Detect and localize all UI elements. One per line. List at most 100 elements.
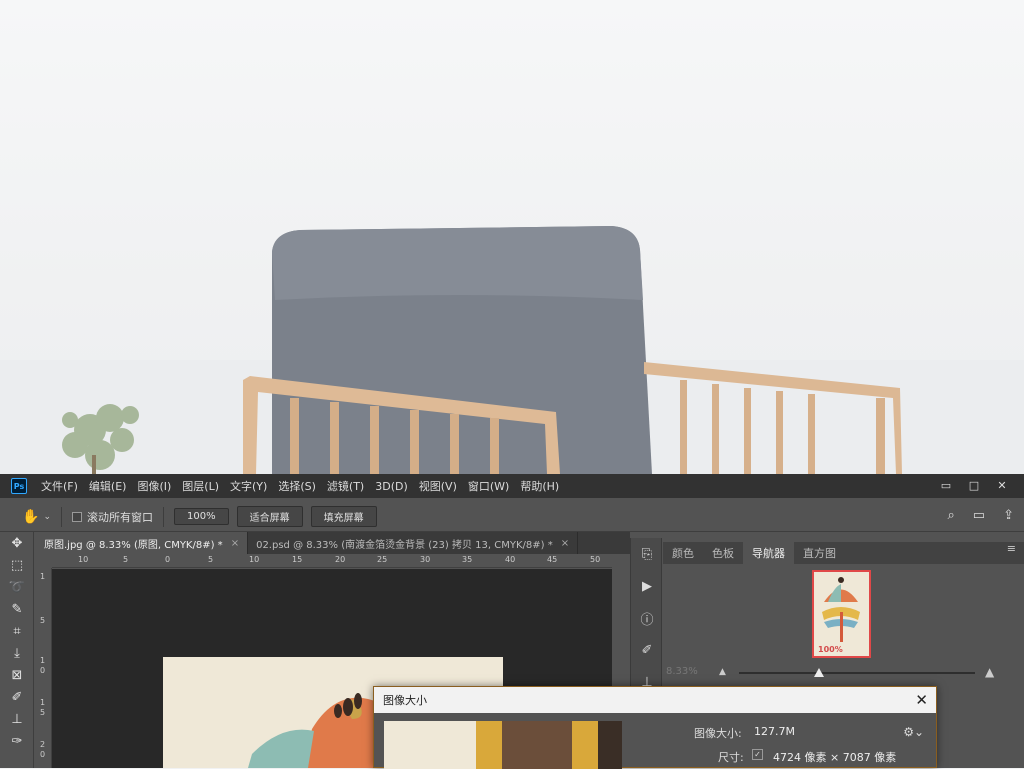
menu-layer[interactable]: 图层(L) [182, 478, 219, 494]
actions-play-icon[interactable]: ▶ [631, 570, 663, 602]
divider [60, 506, 62, 527]
workspace-icon[interactable]: ▭ [973, 508, 985, 523]
ruler-tick: 45 [547, 555, 558, 564]
frame-tool-icon[interactable]: ⊠ [0, 664, 34, 686]
tab-label: 02.psd @ 8.33% (南渡金箔烫金背景 (23) 拷贝 13, CMY… [256, 539, 553, 551]
tab-label: 原图.jpg @ 8.33% (原图, CMYK/8#) * [44, 539, 223, 551]
tab-color[interactable]: 颜色 [663, 542, 703, 564]
dimensions-checkmark-icon[interactable]: ✓ [752, 749, 763, 760]
dialog-close-icon[interactable]: ✕ [915, 691, 928, 709]
brush-tool-icon[interactable]: ✐ [0, 686, 34, 708]
panel-tabs: 颜色 色板 导航器 直方图 [663, 542, 1024, 564]
gear-icon[interactable]: ⚙⌄ [903, 725, 924, 739]
dimensions-value: 4724 像素 × 7087 像素 [773, 751, 897, 764]
tab-original-doc[interactable]: 原图.jpg @ 8.33% (原图, CMYK/8#) * × [36, 532, 249, 554]
ruler-tick: 20 [335, 555, 346, 564]
fill-screen-button[interactable]: 填充屏幕 [310, 506, 377, 527]
dialog-preview[interactable] [384, 721, 622, 769]
chair-photo [0, 226, 1024, 474]
photoshop-window: Ps 文件(F) 编辑(E) 图像(I) 图层(L) 文字(Y) 选择(S) 滤… [0, 474, 1024, 769]
close-icon[interactable]: ✕ [990, 477, 1014, 493]
history-brush-tool-icon[interactable]: ✑ [0, 730, 34, 752]
menu-window[interactable]: 窗口(W) [468, 478, 509, 494]
marquee-tool-icon[interactable]: ⬚ [0, 554, 34, 576]
ruler-tick: 5 [123, 555, 129, 564]
ruler-tick: 0 [40, 666, 46, 675]
image-size-dialog: 图像大小 ✕ 图像大小: 127.7M ⚙⌄ 尺寸: ✓ 4724 像素 × 7… [373, 686, 937, 769]
options-bar: ✋ ⌄ 滚动所有窗口 100% 适合屏幕 填充屏幕 ⌕ ▭ ⇪ [0, 502, 1024, 532]
menu-view[interactable]: 视图(V) [419, 478, 457, 494]
image-size-value: 127.7M [754, 725, 795, 738]
zoom-percent[interactable]: 8.33% [666, 666, 698, 677]
ruler-tick: 40 [505, 555, 516, 564]
zoom-100-button[interactable]: 100% [173, 508, 229, 525]
tab-close-icon[interactable]: × [561, 538, 569, 549]
horizontal-ruler: 10 5 0 5 10 15 20 25 30 35 40 45 50 [52, 554, 612, 568]
ruler-tick: 15 [292, 555, 303, 564]
preview-art [384, 721, 622, 769]
ruler-tick: 0 [40, 750, 46, 759]
chevron-down-icon[interactable]: ⌄ [43, 512, 51, 522]
zoom-slider-track[interactable] [739, 672, 975, 674]
ruler-tick: 2 [40, 740, 46, 749]
menu-select[interactable]: 选择(S) [278, 478, 316, 494]
tab-navigator[interactable]: 导航器 [743, 542, 794, 564]
restore-icon[interactable]: □ [962, 477, 986, 493]
ruler-tick: 25 [377, 555, 388, 564]
tab-close-icon[interactable]: × [231, 538, 239, 549]
minimize-icon[interactable]: ▭ [934, 477, 958, 493]
scroll-all-label: 滚动所有窗口 [86, 510, 153, 524]
ruler-tick: 10 [78, 555, 89, 564]
background-photo [0, 0, 1024, 474]
stamp-tool-icon[interactable]: ⊥ [0, 708, 34, 730]
menu-file[interactable]: 文件(F) [41, 478, 78, 494]
ruler-tick: 1 [40, 656, 46, 665]
zoom-out-icon[interactable]: ▲ [719, 667, 726, 677]
info-icon[interactable]: ⓘ [631, 602, 663, 634]
scroll-all-checkbox[interactable] [71, 511, 82, 522]
hand-tool-icon[interactable]: ✋ [22, 509, 39, 525]
navigator-thumbnail[interactable]: 100% [812, 570, 871, 658]
thumbnail-art [822, 577, 860, 642]
tab-02-psd[interactable]: 02.psd @ 8.33% (南渡金箔烫金背景 (23) 拷贝 13, CMY… [248, 532, 579, 554]
window-controls: ▭ □ ✕ [934, 477, 1014, 493]
panel-menu-icon[interactable]: ≡ [1007, 542, 1016, 555]
ruler-tick: 50 [590, 555, 601, 564]
menu-type[interactable]: 文字(Y) [230, 478, 267, 494]
move-tool-icon[interactable]: ✥ [0, 532, 34, 554]
ruler-tick: 30 [420, 555, 431, 564]
fit-screen-button[interactable]: 适合屏幕 [236, 506, 303, 527]
navigator-zoom-row: 8.33% ▲ ▲ [663, 665, 1024, 682]
menu-bar: Ps 文件(F) 编辑(E) 图像(I) 图层(L) 文字(Y) 选择(S) 滤… [0, 474, 1024, 498]
ruler-tick: 1 [40, 572, 46, 581]
image-size-label: 图像大小: [694, 727, 742, 740]
menu-help[interactable]: 帮助(H) [520, 478, 559, 494]
menu-edit[interactable]: 编辑(E) [89, 478, 127, 494]
tools-panel: ✥ ⬚ ➰ ✎ ⌗ ⤓ ⊠ ✐ ⊥ ✑ [0, 532, 34, 768]
ruler-tick: 1 [40, 698, 46, 707]
history-panel-icon[interactable]: ⎘ [631, 538, 663, 570]
lasso-tool-icon[interactable]: ➰ [0, 576, 34, 598]
divider [162, 506, 164, 527]
zoom-slider-thumb[interactable] [814, 668, 824, 677]
eyedropper-tool-icon[interactable]: ⤓ [0, 642, 34, 664]
tab-histogram[interactable]: 直方图 [794, 542, 845, 564]
quick-select-tool-icon[interactable]: ✎ [0, 598, 34, 620]
ruler-tick: 5 [40, 708, 46, 717]
zoom-in-icon[interactable]: ▲ [985, 665, 994, 679]
options-right-icons: ⌕ ▭ ⇪ [948, 508, 1014, 523]
dialog-titlebar: 图像大小 ✕ [374, 687, 936, 713]
menu-3d[interactable]: 3D(D) [375, 480, 408, 493]
menu-image[interactable]: 图像(I) [137, 478, 171, 494]
search-icon[interactable]: ⌕ [948, 508, 955, 523]
photoshop-logo-icon: Ps [11, 478, 27, 494]
menu-filter[interactable]: 滤镜(T) [327, 478, 364, 494]
vertical-ruler: 1 5 1 0 1 5 2 0 [36, 568, 52, 768]
crop-tool-icon[interactable]: ⌗ [0, 620, 34, 642]
brush-settings-icon[interactable]: ✐ [631, 634, 663, 666]
ruler-tick: 5 [208, 555, 214, 564]
dimensions-label: 尺寸: [718, 751, 744, 764]
share-icon[interactable]: ⇪ [1003, 508, 1014, 523]
tab-swatches[interactable]: 色板 [703, 542, 743, 564]
dialog-title: 图像大小 [383, 694, 427, 707]
